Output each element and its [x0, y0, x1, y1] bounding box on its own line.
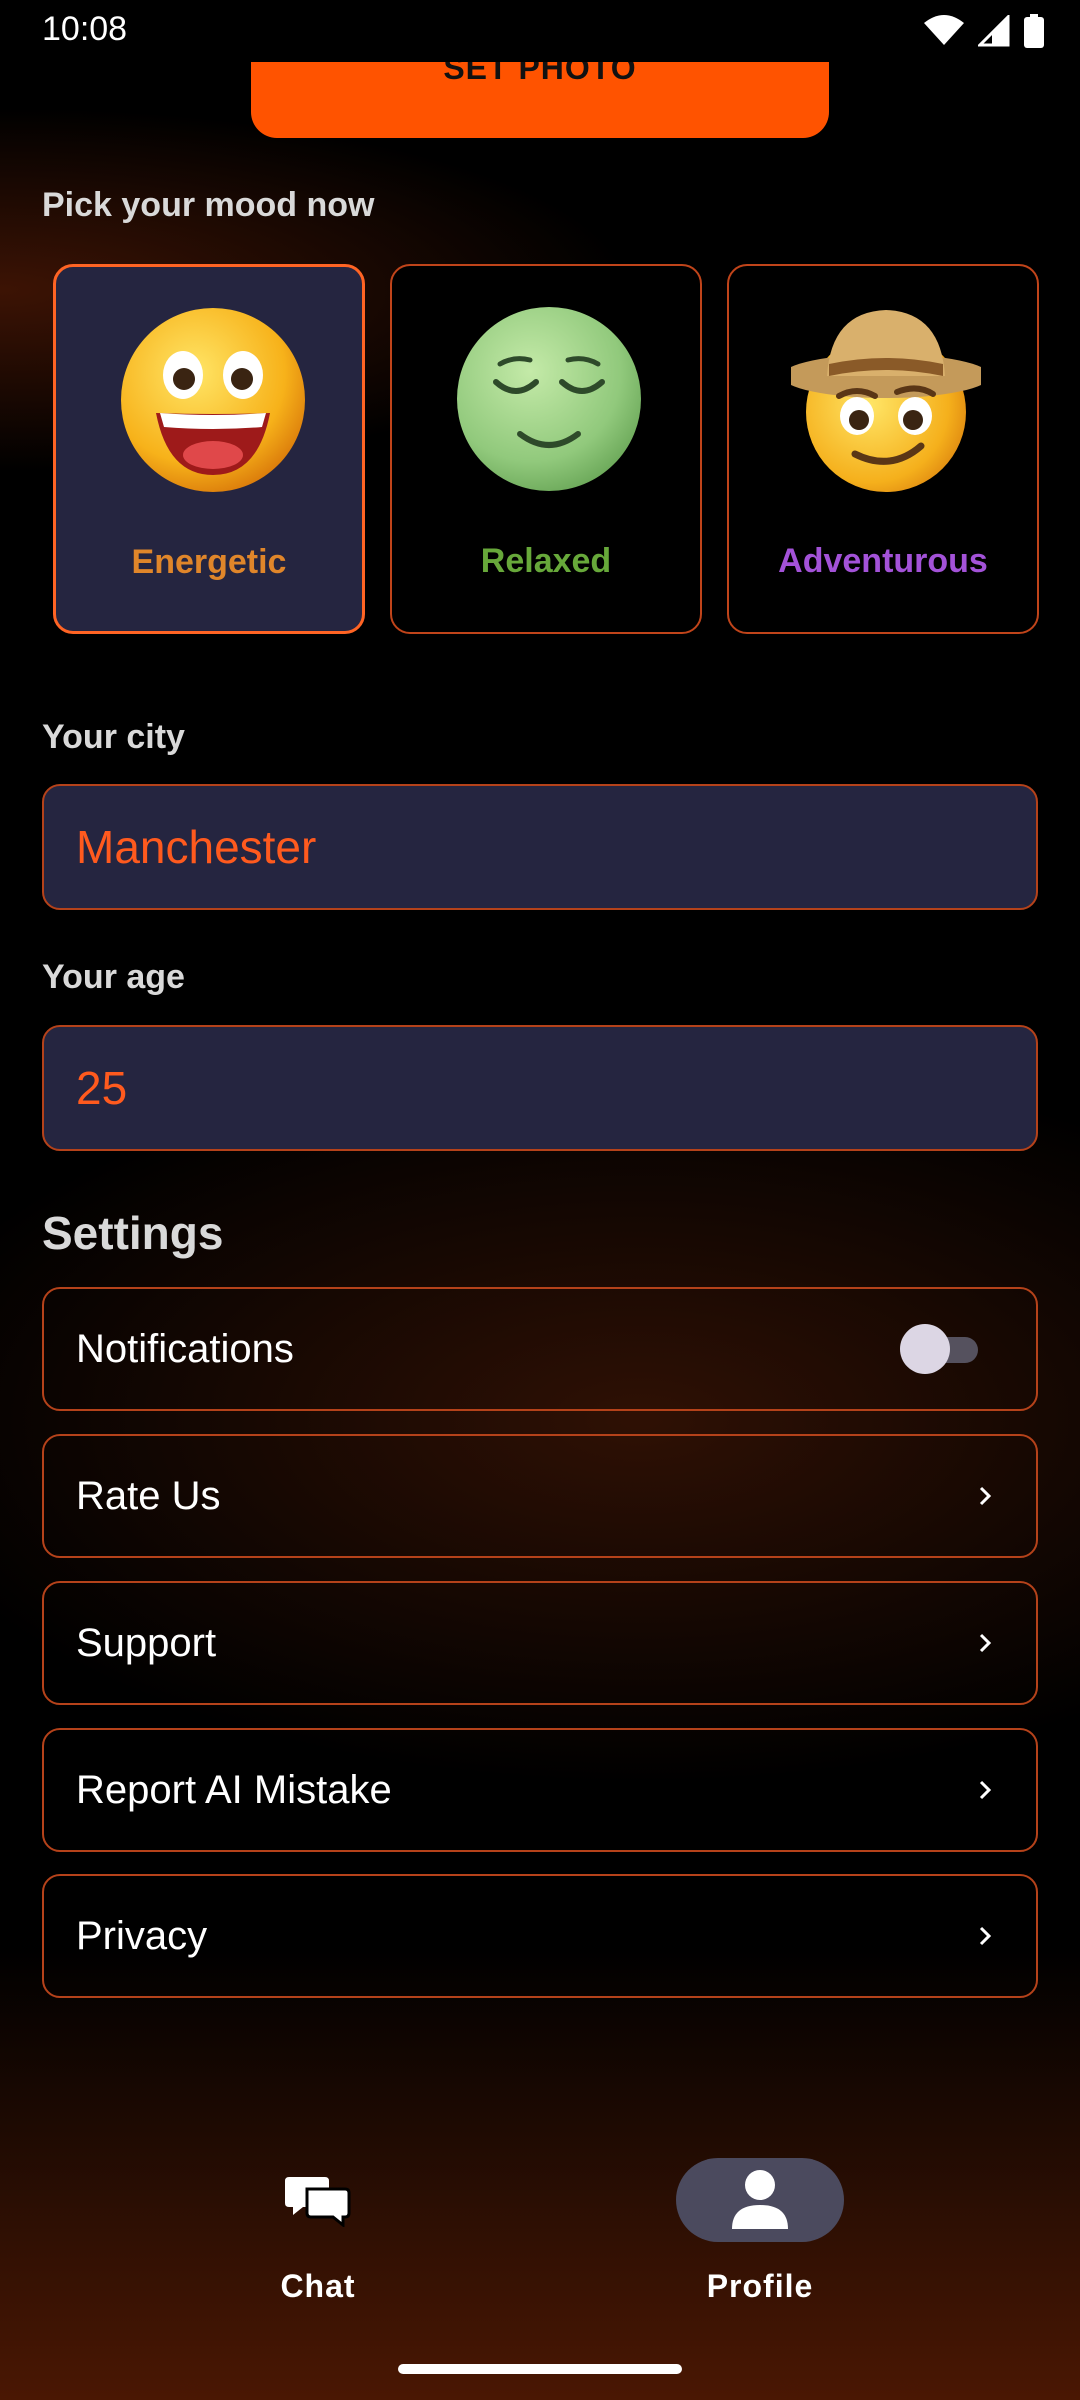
settings-row-report-ai-mistake[interactable]: Report AI Mistake [42, 1728, 1038, 1852]
status-bar: 10:08 [0, 0, 1080, 62]
mood-label-relaxed: Relaxed [480, 542, 612, 580]
status-icons [924, 14, 1044, 48]
age-value: 25 [76, 1062, 128, 1114]
settings-row-label: Rate Us [76, 1473, 221, 1518]
city-label: Your city [42, 718, 185, 756]
nav-item-profile[interactable]: Profile [610, 2140, 910, 2310]
chat-bubbles-icon [285, 2177, 351, 2227]
wifi-icon [924, 15, 964, 47]
settings-row-label: Notifications [76, 1326, 294, 1371]
mood-card-adventurous[interactable]: Adventurous [727, 264, 1039, 634]
age-label: Your age [42, 958, 185, 996]
settings-row-privacy[interactable]: Privacy [42, 1874, 1038, 1998]
signal-icon [978, 15, 1010, 47]
battery-icon [1024, 14, 1044, 48]
bottom-nav: Chat Profile [0, 2140, 1080, 2340]
settings-title: Settings [42, 1207, 224, 1259]
notifications-toggle[interactable] [900, 1323, 980, 1375]
home-indicator[interactable] [398, 2364, 682, 2374]
status-time: 10:08 [42, 10, 128, 48]
set-photo-button[interactable]: SET PHOTO [251, 62, 829, 138]
chevron-right-icon [979, 1633, 992, 1653]
nav-label-profile: Profile [706, 2268, 814, 2304]
nav-item-chat[interactable]: Chat [168, 2140, 468, 2310]
mood-carousel[interactable]: Energetic Relaxed Adventurous [0, 264, 1040, 636]
age-field[interactable]: 25 [42, 1025, 1038, 1151]
settings-row-notifications[interactable]: Notifications [42, 1287, 1038, 1411]
city-value: Manchester [76, 821, 317, 873]
profile-screen: 10:08 SET PHOTO Pick your mood now Energ… [0, 0, 1080, 2400]
relieved-face-emoji [457, 307, 641, 491]
settings-row-support[interactable]: Support [42, 1581, 1038, 1705]
mood-label-adventurous: Adventurous [778, 542, 988, 580]
nav-icon-container [234, 2158, 402, 2242]
chevron-right-icon [979, 1486, 992, 1506]
person-icon [732, 2170, 788, 2229]
chevron-right-icon [979, 1926, 992, 1946]
grinning-face-emoji [121, 308, 305, 492]
mood-heading: Pick your mood now [42, 186, 375, 224]
toggle-thumb [900, 1324, 950, 1374]
nav-label-chat: Chat [280, 2268, 356, 2304]
city-field[interactable]: Manchester [42, 784, 1038, 910]
mood-card-energetic[interactable]: Energetic [53, 264, 365, 634]
set-photo-label: SET PHOTO [443, 62, 637, 86]
chevron-right-icon [979, 1780, 992, 1800]
explorer-face-emoji [791, 310, 981, 492]
settings-row-label: Privacy [76, 1913, 208, 1958]
settings-row-rate-us[interactable]: Rate Us [42, 1434, 1038, 1558]
settings-row-label: Report AI Mistake [76, 1767, 392, 1812]
nav-icon-container [676, 2158, 844, 2242]
mood-card-relaxed[interactable]: Relaxed [390, 264, 702, 634]
settings-row-label: Support [76, 1620, 217, 1665]
mood-label-energetic: Energetic [131, 543, 287, 581]
